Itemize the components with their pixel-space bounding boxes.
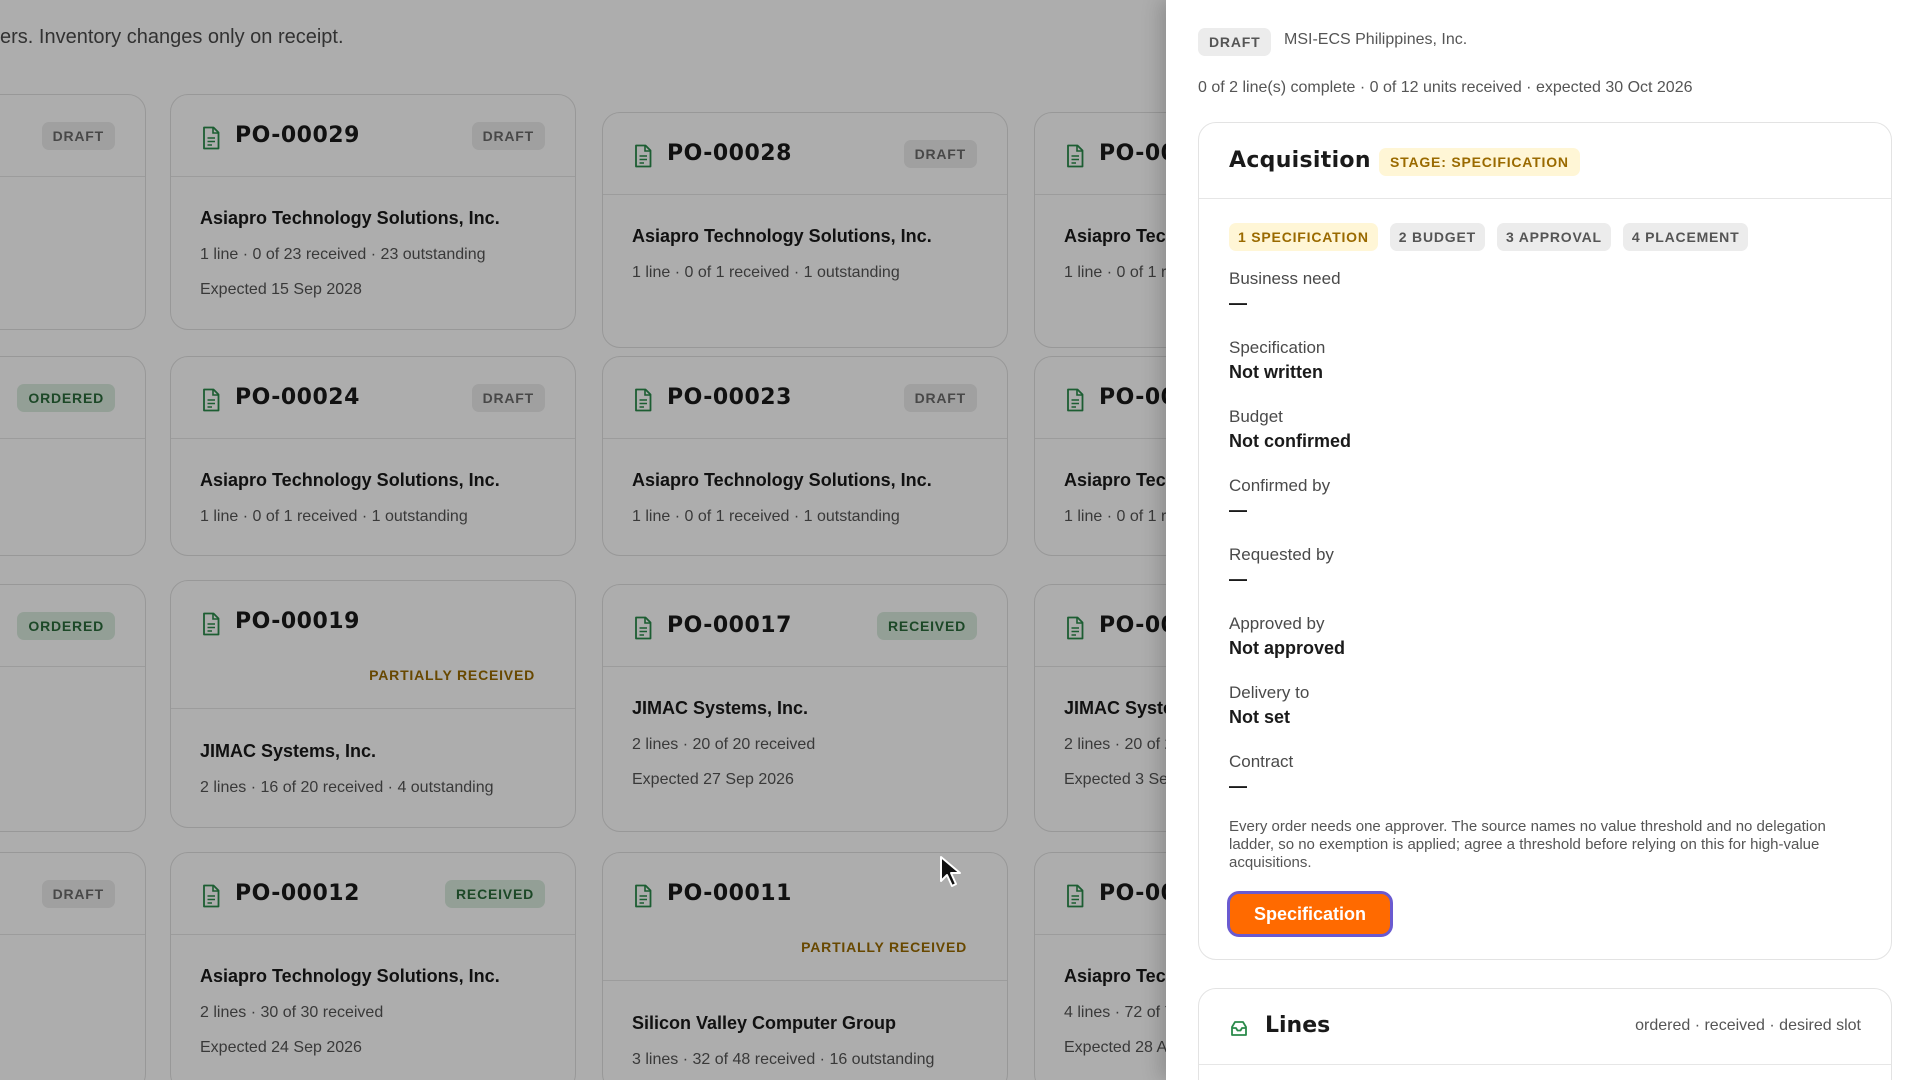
field-label: Contract bbox=[1229, 752, 1294, 771]
section-title: Lines bbox=[1265, 1013, 1331, 1038]
stage-step[interactable]: 2 BUDGET bbox=[1389, 223, 1485, 251]
stage-badge: STAGE: SPECIFICATION bbox=[1379, 148, 1580, 176]
approval-policy-note: Every order needs one approver. The sour… bbox=[1229, 818, 1826, 871]
field-label: Budget bbox=[1229, 407, 1283, 426]
stage-step[interactable]: 1 SPECIFICATION bbox=[1229, 223, 1378, 251]
acquisition-field: Contract — bbox=[1229, 751, 1869, 820]
acquisition-section: Acquisition STAGE: SPECIFICATION 1 SPECI… bbox=[1198, 122, 1892, 960]
field-value: Not set bbox=[1229, 707, 1291, 727]
acquisition-header: Acquisition STAGE: SPECIFICATION bbox=[1199, 123, 1891, 199]
field-label: Approved by bbox=[1229, 614, 1325, 633]
stage-stepper: 1 SPECIFICATION 2 BUDGET 3 APPROVAL 4 PLACE… bbox=[1229, 223, 1749, 251]
lines-section: Lines ordered · received · desired slot bbox=[1198, 988, 1892, 1080]
po-detail-panel: DRAFT MSI-ECS Philippines, Inc. 0 of 2 l… bbox=[1166, 0, 1920, 1080]
stage-step[interactable]: 3 APPROVAL bbox=[1496, 223, 1611, 251]
field-value: — bbox=[1229, 569, 1247, 589]
acquisition-field: Budget Not confirmed bbox=[1229, 406, 1869, 475]
field-value: — bbox=[1229, 293, 1247, 313]
field-label: Delivery to bbox=[1229, 683, 1310, 702]
acquisition-field: Approved by Not approved bbox=[1229, 613, 1869, 682]
inbox-icon bbox=[1231, 1021, 1247, 1036]
lines-columns: ordered · received · desired slot bbox=[1635, 1017, 1861, 1034]
acquisition-field: Confirmed by — bbox=[1229, 475, 1869, 544]
field-value: — bbox=[1229, 776, 1247, 796]
acquisition-field: Specification Not written bbox=[1229, 337, 1869, 406]
field-value: — bbox=[1229, 500, 1247, 520]
field-label: Requested by bbox=[1229, 545, 1334, 564]
receipt-summary: 0 of 2 line(s) complete · 0 of 12 units … bbox=[1198, 79, 1693, 96]
lines-header: Lines ordered · received · desired slot bbox=[1199, 989, 1891, 1065]
stage-step[interactable]: 4 PLACEMENT bbox=[1622, 223, 1749, 251]
acquisition-field: Requested by — bbox=[1229, 544, 1869, 613]
field-value: Not written bbox=[1229, 362, 1323, 382]
field-label: Confirmed by bbox=[1229, 476, 1331, 495]
acquisition-field: Business need — bbox=[1229, 268, 1869, 337]
acquisition-fields: Business need — Specification Not written Bu… bbox=[1229, 268, 1869, 820]
specification-button[interactable]: Specification bbox=[1227, 891, 1393, 937]
field-value: Not approved bbox=[1229, 638, 1346, 658]
status-badge: DRAFT bbox=[1198, 28, 1272, 56]
mouse-cursor-icon bbox=[940, 856, 961, 887]
field-value: Not confirmed bbox=[1229, 431, 1352, 451]
field-label: Business need bbox=[1229, 269, 1341, 288]
acquisition-field: Delivery to Not set bbox=[1229, 682, 1869, 751]
section-title: Acquisition bbox=[1229, 148, 1371, 173]
field-label: Specification bbox=[1229, 338, 1326, 357]
vendor-name: MSI-ECS Philippines, Inc. bbox=[1284, 31, 1468, 48]
modal-scrim[interactable] bbox=[0, 0, 1166, 1080]
